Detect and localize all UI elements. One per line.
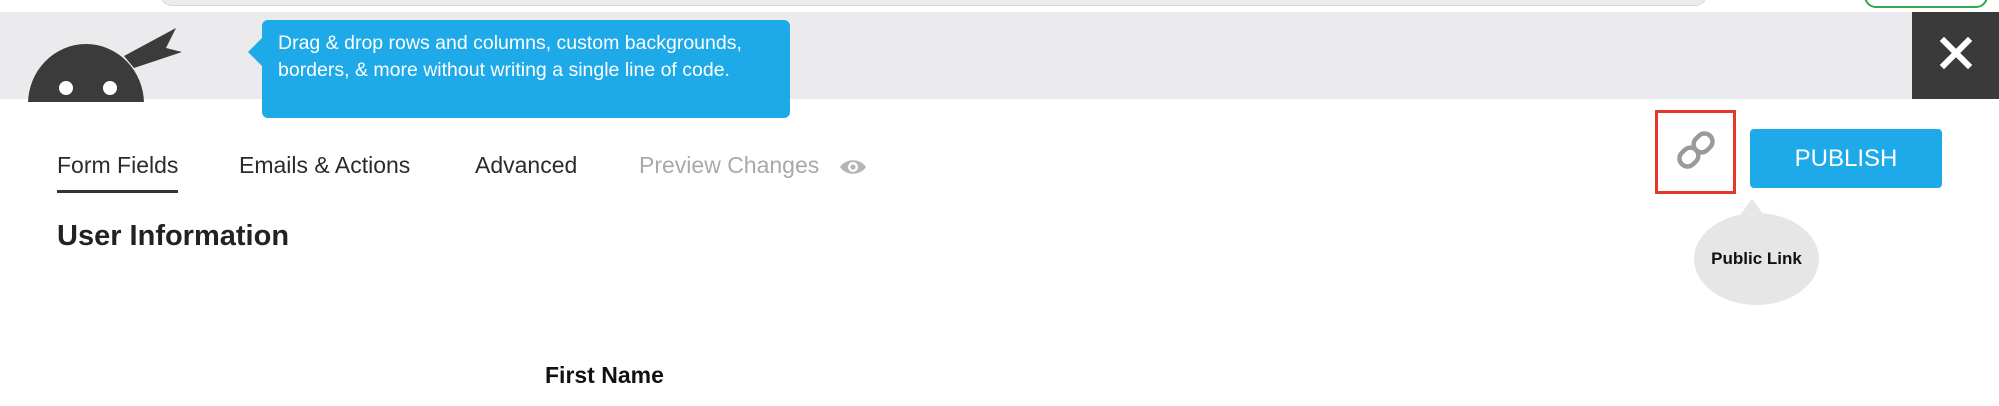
tooltip-text: Drag & drop rows and columns, custom bac…: [278, 32, 742, 81]
tab-advanced[interactable]: Advanced: [475, 152, 577, 179]
section-title: User Information: [57, 220, 290, 252]
ninja-logo-icon: [26, 22, 196, 102]
tab-emails-actions[interactable]: Emails & Actions: [239, 152, 410, 179]
link-icon: [1674, 128, 1718, 177]
tab-preview-changes[interactable]: Preview Changes: [639, 152, 819, 179]
public-link-tooltip-text: Public Link: [1711, 249, 1802, 268]
public-link-tooltip: Public Link: [1694, 199, 1819, 305]
close-icon: [1939, 36, 1973, 75]
tab-form-fields[interactable]: Form Fields: [57, 152, 179, 193]
eye-icon[interactable]: [838, 156, 868, 178]
address-bar[interactable]: [160, 0, 1707, 6]
public-link-button[interactable]: [1655, 110, 1736, 194]
builder-tooltip: Drag & drop rows and columns, custom bac…: [248, 20, 790, 118]
browser-top-strip: [0, 0, 1999, 12]
field-label-first-name: First Name: [545, 362, 664, 388]
close-button[interactable]: [1912, 12, 1999, 99]
publish-button[interactable]: PUBLISH: [1750, 129, 1942, 188]
browser-pill-button[interactable]: [1864, 0, 1988, 8]
